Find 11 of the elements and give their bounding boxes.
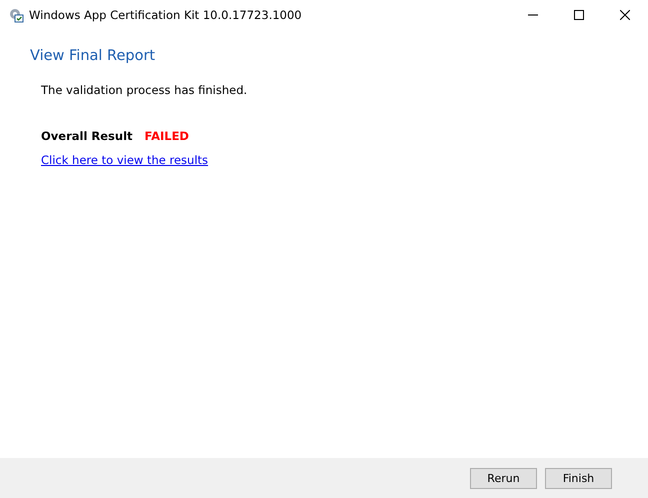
rerun-button[interactable]: Rerun (470, 468, 537, 488)
app-icon (8, 7, 24, 23)
results-link[interactable]: Click here to view the results (41, 153, 208, 167)
result-value: FAILED (144, 129, 189, 143)
result-label: Overall Result (41, 129, 133, 143)
maximize-icon[interactable] (574, 10, 584, 20)
page-heading: View Final Report (30, 48, 156, 64)
window-title: Windows App Certification Kit 10.0.17723.1000 (29, 8, 303, 22)
status-message: The validation process has finished. (41, 83, 248, 97)
close-icon[interactable] (620, 10, 630, 20)
finish-button[interactable]: Finish (545, 468, 612, 488)
